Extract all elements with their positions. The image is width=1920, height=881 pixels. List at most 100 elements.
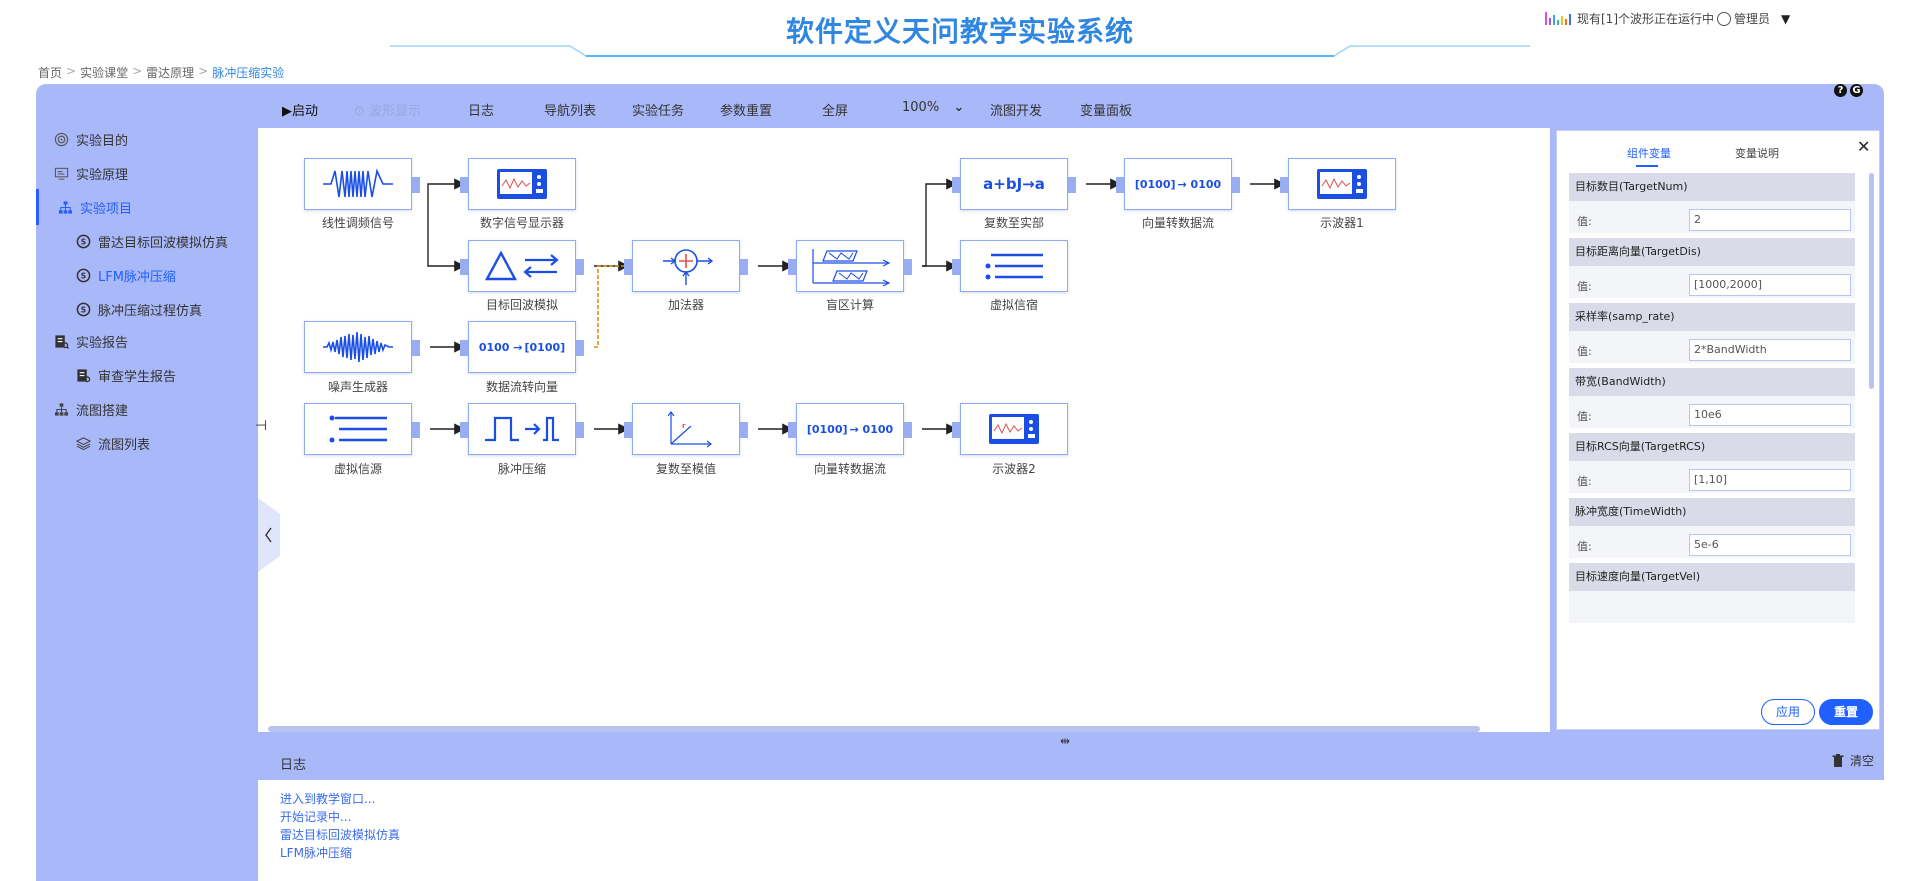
output-port[interactable] — [904, 259, 912, 275]
output-port[interactable] — [904, 422, 912, 438]
input-port[interactable] — [788, 259, 796, 275]
blind-zone-icon — [812, 249, 891, 287]
apply-button[interactable]: 应用 — [1761, 699, 1815, 725]
output-port[interactable] — [740, 259, 748, 275]
canvas-horizontal-scrollbar[interactable] — [268, 726, 1480, 732]
output-port[interactable] — [576, 422, 584, 438]
input-port[interactable] — [460, 422, 468, 438]
block-noise-generator[interactable] — [304, 321, 420, 373]
block-pulse-compression[interactable] — [460, 403, 584, 455]
panel-scrollbar[interactable] — [1869, 173, 1874, 389]
block-complex-to-real[interactable]: a+bJ→a — [952, 158, 1076, 210]
sidebar-item-principle[interactable]: 实验原理 — [54, 164, 128, 183]
tab-var-desc[interactable]: 变量说明 — [1735, 145, 1779, 161]
breadcrumb: 首页 > 实验课堂 > 雷达原理 > 脉冲压缩实验 — [38, 64, 284, 81]
flow-canvas[interactable]: 线性调频信号 数字信号显示器 a+bJ→a 复数至实部 [0100] → 0100… — [258, 128, 1550, 732]
output-port[interactable] — [412, 422, 420, 438]
input-port[interactable] — [952, 259, 960, 275]
chevron-down-icon: ⌄ — [953, 100, 965, 115]
breadcrumb-radar[interactable]: 雷达原理 — [146, 64, 194, 81]
block-virtual-source[interactable] — [304, 403, 420, 455]
output-port[interactable] — [576, 340, 584, 356]
variable-value-input[interactable]: 2*BandWidth — [1689, 339, 1851, 361]
sidebar-item-goal[interactable]: 实验目的 — [54, 130, 128, 149]
sidebar-item-pulse-sim[interactable]: S 脉冲压缩过程仿真 — [76, 300, 202, 319]
log-title: 日志 — [280, 758, 307, 773]
block-complex-to-magnitude[interactable]: r — [624, 403, 748, 455]
variable-name: 目标RCS向量(TargetRCS) — [1569, 433, 1855, 461]
block-stream-to-vector[interactable]: 0100 → [0100] — [460, 321, 584, 373]
waveform-bar — [1561, 16, 1563, 25]
g-icon[interactable]: G — [1850, 84, 1863, 97]
input-port[interactable] — [952, 422, 960, 438]
log-button[interactable]: 日志 — [468, 100, 494, 119]
variable-value-input[interactable]: 2 — [1689, 209, 1851, 231]
variable-panel-button[interactable]: 变量面板 — [1080, 100, 1132, 119]
sidebar-item-flow-list[interactable]: 流图列表 — [76, 434, 150, 453]
task-button[interactable]: 实验任务 — [632, 100, 684, 119]
output-port[interactable] — [1232, 177, 1240, 193]
input-port[interactable] — [460, 340, 468, 356]
svg-text:S: S — [81, 271, 86, 280]
clear-log-button[interactable]: 清空 — [1832, 752, 1874, 769]
block-echo-sim[interactable] — [460, 240, 584, 292]
block-blind-zone[interactable] — [788, 240, 912, 292]
block-scope-1[interactable] — [1280, 158, 1396, 210]
input-port[interactable] — [460, 259, 468, 275]
param-reset-button[interactable]: 参数重置 — [720, 100, 772, 119]
variable-value-input[interactable]: 10e6 — [1689, 404, 1851, 426]
nav-list-button[interactable]: 导航列表 — [544, 100, 596, 119]
sidebar-item-flow-build[interactable]: 流图搭建 — [54, 400, 128, 419]
block-vector-to-stream-bottom[interactable]: [0100] → 0100 — [788, 403, 912, 455]
input-port[interactable] — [1280, 177, 1288, 193]
sidebar-item-review[interactable]: 审查学生报告 — [76, 366, 176, 385]
value-label: 值: — [1577, 280, 1592, 293]
input-port[interactable] — [624, 259, 632, 275]
reset-button[interactable]: 重置 — [1819, 699, 1873, 725]
input-port[interactable] — [952, 177, 960, 193]
breadcrumb-classroom[interactable]: 实验课堂 — [80, 64, 128, 81]
variable-value-input[interactable]: [1,10] — [1689, 469, 1851, 491]
block-vector-to-stream-top[interactable]: [0100] → 0100 — [1116, 158, 1240, 210]
sidebar-resize-handle[interactable]: ⊣ — [255, 418, 267, 434]
variable-value-input[interactable]: [1000,2000] — [1689, 274, 1851, 296]
block-adder[interactable] — [624, 240, 748, 292]
output-port[interactable] — [740, 422, 748, 438]
input-port[interactable] — [788, 422, 796, 438]
sidebar-item-projects[interactable]: 实验项目 — [58, 198, 132, 217]
tab-component-vars[interactable]: 组件变量 — [1627, 145, 1671, 161]
waveform-display-button[interactable]: ⊙ 波形显示 — [354, 100, 421, 119]
block-label: 虚拟信源 — [333, 462, 382, 476]
waveform-display-label: 波形显示 — [369, 104, 422, 119]
block-virtual-sink[interactable] — [952, 240, 1068, 292]
start-button[interactable]: ▶启动 — [282, 100, 318, 119]
flow-dev-button[interactable]: 流图开发 — [990, 100, 1042, 119]
help-icon[interactable]: ? — [1834, 84, 1847, 97]
input-port[interactable] — [460, 177, 468, 193]
input-port[interactable] — [1116, 177, 1124, 193]
complex-real-icon: a+bJ→a — [983, 175, 1045, 193]
input-port[interactable] — [624, 422, 632, 438]
sidebar-item-report[interactable]: 实验报告 — [54, 332, 128, 351]
close-icon[interactable]: ✕ — [1857, 137, 1870, 156]
fullscreen-button[interactable]: 全屏 — [822, 100, 848, 119]
block-scope-2[interactable] — [952, 403, 1068, 455]
sidebar-item-label: 审查学生报告 — [98, 370, 177, 385]
collapse-sidebar-tab[interactable] — [258, 498, 280, 572]
sidebar-item-lfm[interactable]: S LFM脉冲压缩 — [76, 266, 176, 285]
output-port[interactable] — [412, 340, 420, 356]
zoom-select[interactable]: 100% ⌄ — [902, 100, 964, 115]
output-port[interactable] — [412, 177, 420, 193]
sidebar-item-echo-sim[interactable]: S 雷达目标回波模拟仿真 — [76, 232, 228, 251]
block-label: 加法器 — [667, 298, 704, 312]
variable-value-input[interactable]: 5e-6 — [1689, 534, 1851, 556]
variable-group: 目标距离向量(TargetDis) 值: [1000,2000] — [1569, 238, 1855, 298]
block-lfm-signal[interactable] — [304, 158, 420, 210]
user-menu-caret-icon[interactable]: ▼ — [1781, 12, 1790, 26]
output-port[interactable] — [576, 259, 584, 275]
block-label: 示波器1 — [1320, 216, 1364, 230]
block-digital-scope[interactable] — [460, 158, 576, 210]
output-port[interactable] — [1068, 177, 1076, 193]
user-name[interactable]: 管理员 — [1734, 10, 1770, 27]
breadcrumb-home[interactable]: 首页 — [38, 64, 62, 81]
